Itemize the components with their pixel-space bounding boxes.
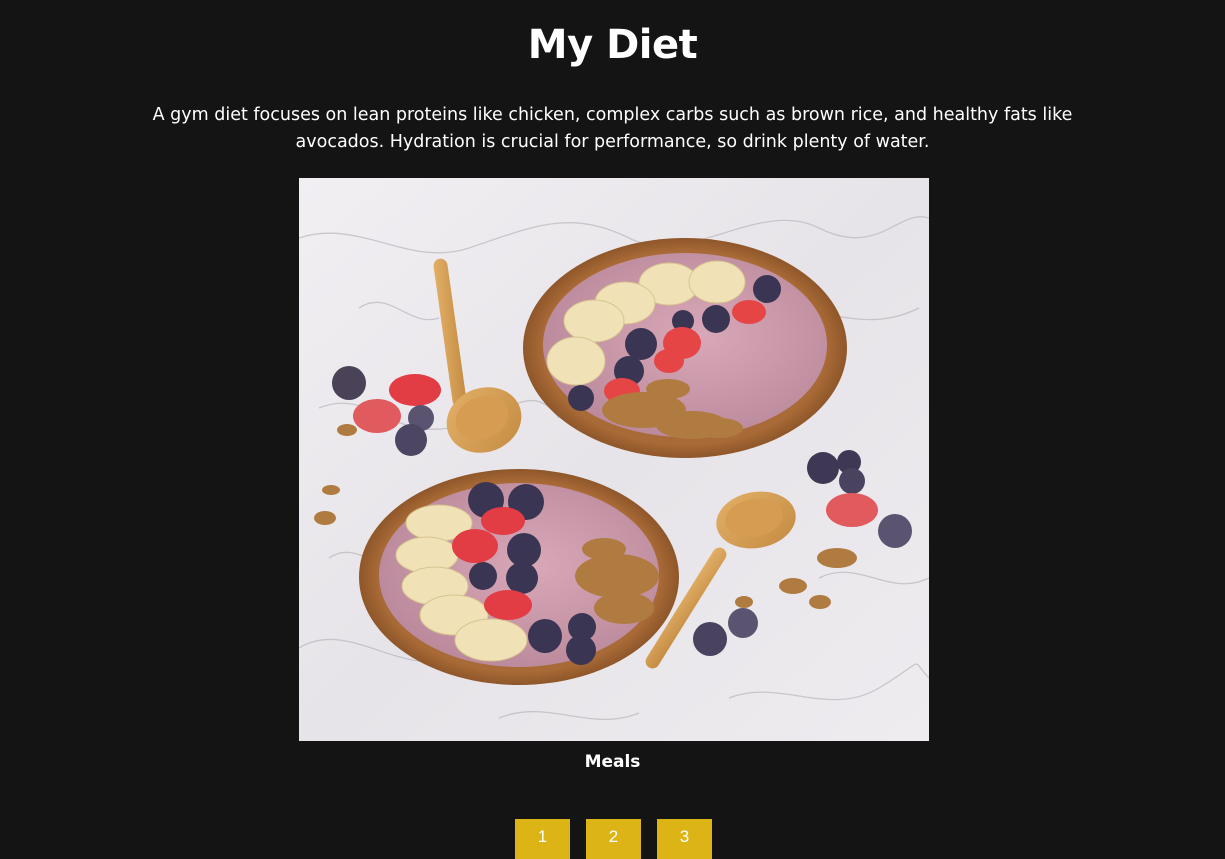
meals-photo [299,178,929,741]
page-button-3[interactable]: 3 [657,819,712,859]
bowl-top [523,238,847,458]
intro-text: A gym diet focuses on lean proteins like… [152,105,1073,152]
bowl-bottom [359,469,679,685]
gallery-caption: Meals [584,752,641,772]
gallery-pagination: 1 2 3 [515,819,712,859]
page-title: My Diet [527,22,698,68]
page-button-2[interactable]: 2 [586,819,641,859]
page-button-1[interactable]: 1 [515,819,570,859]
